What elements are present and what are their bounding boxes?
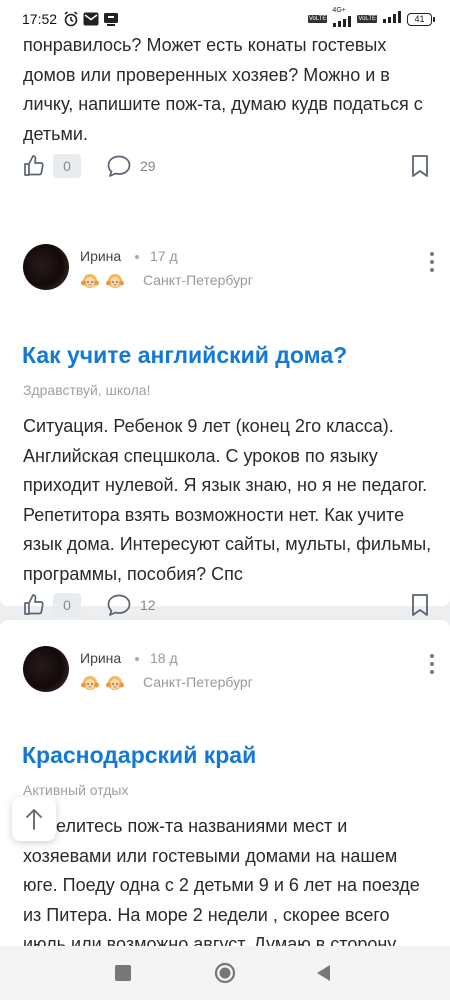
girl-icon [81,274,99,288]
separator-dot [135,657,139,661]
more-options-icon[interactable] [429,654,435,674]
post-time: 18 д [150,650,178,666]
signal-icon [332,14,352,32]
bookmark-icon[interactable] [408,154,432,178]
alarm-icon [63,11,79,27]
network-type: 4G+ [332,6,346,14]
mail-icon [83,12,99,26]
comment-count: 29 [140,158,156,174]
author-name[interactable]: Ирина [80,248,121,264]
girl-icon [81,676,99,690]
thumbs-up-icon[interactable] [22,154,46,178]
post-text[interactable]: Ситуация. Ребенок 9 лет (конец 2го класс… [23,412,433,589]
comment-count: 12 [140,597,156,613]
author-row[interactable]: Ирина 17 д Санкт-Петербург [23,244,435,292]
scroll-to-top-button[interactable] [12,797,56,841]
post-category[interactable]: Активный отдых [23,782,128,798]
post-card[interactable]: Ирина 18 д Санкт-Петербург Краснодарский… [0,620,450,946]
back-button[interactable] [316,964,332,982]
volte-tag-2: VoLTE [357,15,377,23]
post-actions: 0 12 [22,590,432,620]
girl-icon [106,676,124,690]
post-category[interactable]: Здравствуй, школа! [23,382,150,398]
author-row[interactable]: Ирина 18 д Санкт-Петербург [23,646,435,694]
thumbs-up-icon[interactable] [22,593,46,617]
avatar[interactable] [23,244,69,290]
more-options-icon[interactable] [429,252,435,272]
comment-icon[interactable] [106,593,132,617]
separator-dot [135,255,139,259]
like-count[interactable]: 0 [53,593,81,617]
home-button[interactable] [214,962,236,984]
post-title[interactable]: Краснодарский край [22,742,256,769]
signal-icon-2 [382,10,402,28]
post-text[interactable]: понравилось? Может есть конаты гостевых … [23,38,433,149]
comment-icon[interactable] [106,154,132,178]
girl-icon [106,274,124,288]
status-time: 17:52 [22,11,58,27]
arrow-up-icon [26,809,42,830]
author-city: Санкт-Петербург [143,674,253,690]
kids-badges [80,271,125,291]
author-name[interactable]: Ирина [80,650,121,666]
post-title[interactable]: Как учите английский дома? [22,342,347,369]
like-count[interactable]: 0 [53,154,81,178]
post-card[interactable]: Ирина 17 д Санкт-Петербург Как учите анг… [0,220,450,617]
battery-icon: 41 [407,12,435,26]
post-text[interactable]: Поделитесь пож-та названиями мест и хозя… [23,812,433,946]
volte-tag-1: VoLTE [307,15,328,23]
feed[interactable]: понравилось? Может есть конаты гостевых … [0,38,450,946]
bookmark-icon[interactable] [408,593,432,617]
post-card[interactable]: понравилось? Может есть конаты гостевых … [0,38,450,246]
kids-badges [80,673,125,693]
post-time: 17 д [150,248,178,264]
recent-apps-button[interactable] [115,965,131,981]
avatar[interactable] [23,646,69,692]
author-city: Санкт-Петербург [143,272,253,288]
status-bar: 17:52 VoLTE 4G+ VoLTE 41 [0,0,450,38]
system-nav-bar [0,946,450,1000]
post-actions: 0 29 [22,151,432,181]
teams-icon [103,12,119,27]
